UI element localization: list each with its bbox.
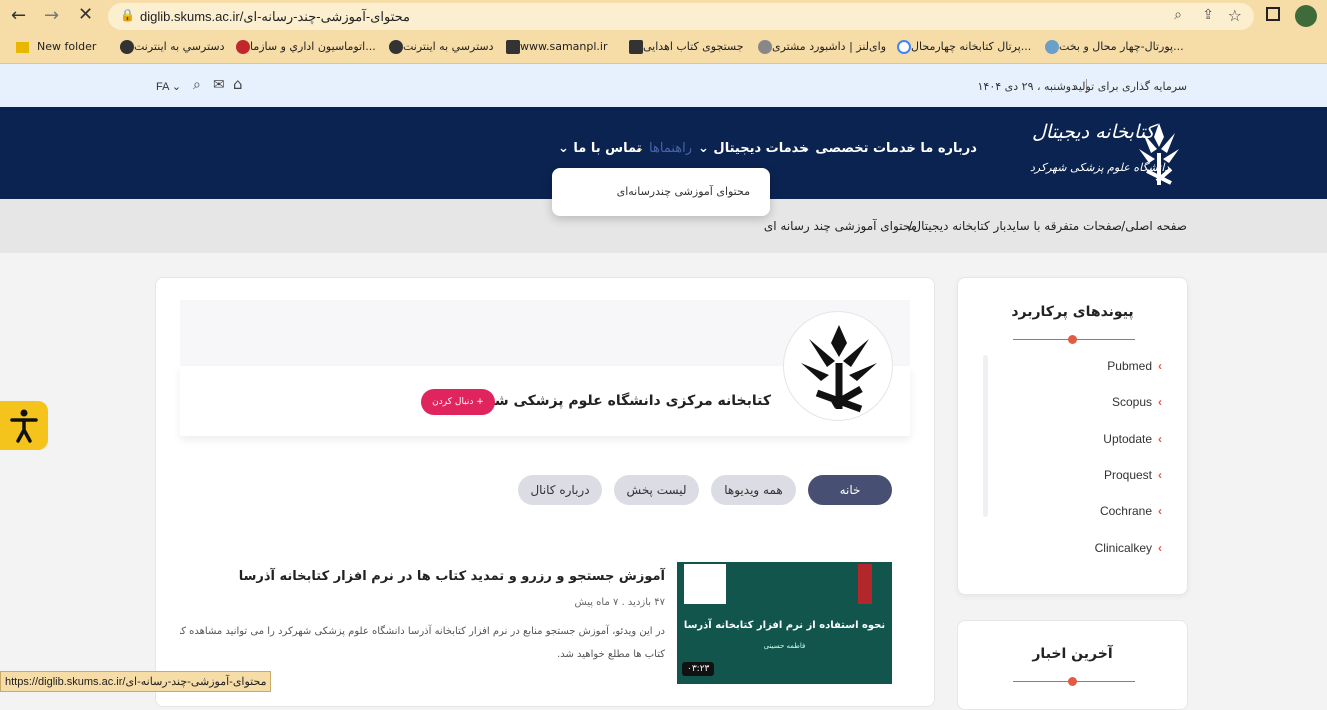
wilens-icon [758,40,772,54]
link-uptodate[interactable]: Uptodate ‹ [1103,432,1162,446]
logo-subtitle: دانشگاه علوم پزشکی شهرکرد [1030,161,1170,174]
video-thumbnail[interactable]: نحوه استفاده از نرم افزار کتابخانه آذرسا… [677,562,892,684]
nav-contact[interactable]: ⌄ تماس با ما [558,141,642,156]
news-title: آخرین اخبار [1032,646,1113,662]
bookmark-internet-2[interactable]: دسترسي به اينترنت [383,40,494,54]
book-icon [506,40,520,54]
nav-specialized-services[interactable]: ⌄ خدمات تخصصی [800,141,916,156]
sidebar-title: پیوندهای پرکاربرد [1011,304,1134,320]
thumb-logo-box [684,564,726,604]
follow-button[interactable]: + دنبال کردن [421,389,495,415]
bookmark-wilens[interactable]: وای‌لنز | داشبورد مشتری [752,40,886,54]
accessibility-button[interactable] [0,401,48,450]
sidebar-toggle-icon[interactable] [1266,7,1280,21]
link-scopus[interactable]: Scopus ‹ [1112,395,1162,409]
video-description-line2: کتاب ها مطلع خواهید شد. [557,649,665,660]
star-icon[interactable]: ☆ [1228,6,1242,25]
tab-about-channel[interactable]: درباره کانال [518,475,602,505]
video-meta: ۴۷ بازدید . ۷ ماه پیش [574,597,665,608]
site-topbar: FA ⌄ ⌕ ✉ ⌂ دوشنبه ، ۲۹ دی ۱۴۰۴ سرمایه گذ… [0,64,1327,107]
dropdown-item-multimedia[interactable]: محتوای آموزشی چندرسانه‌ای [617,185,750,198]
logo-icon [801,325,877,413]
topbar-date: دوشنبه ، ۲۹ دی ۱۴۰۴ [977,80,1077,93]
channel-avatar[interactable] [783,311,893,421]
logo-title: کتابخانه دیجیتال [1032,121,1155,143]
video-title[interactable]: آموزش جستجو و رزرو و تمدید کتاب ها در نر… [239,569,665,584]
guides-dropdown: محتوای آموزشی چندرسانه‌ای [552,168,770,216]
video-description-line1: در این ویدئو، آموزش جستجو منابع در نرم ا… [180,626,665,637]
browser-toolbar: ← → ✕ 🔒 diglib.skums.ac.ir/محتوای-آموزشی… [0,0,1327,33]
chevron-left-icon: ‹ [1158,468,1162,482]
gear-icon [1045,40,1059,54]
language-switch[interactable]: FA ⌄ [156,80,181,93]
status-url: https://diglib.skums.ac.ir/محتوای-آموزشی… [0,671,272,692]
zoom-icon[interactable]: ⌕ [1174,7,1182,23]
home-icon[interactable]: ⌂ [233,75,243,93]
thumb-author: فاطمه حسینی [763,642,806,650]
automation-icon [236,40,250,54]
bookmark-automation[interactable]: اتوماسيون اداري و سازما... [230,40,376,54]
breadcrumb-misc[interactable]: صفحات متفرقه با سایدبار کتابخانه دیجیتال… [908,219,1122,233]
bookmark-new-folder[interactable]: New folder [16,40,96,53]
mail-icon[interactable]: ✉ [213,77,225,93]
globe-icon [120,40,134,54]
chevron-left-icon: ‹ [1158,504,1162,518]
video-duration: ۰۳:۲۳ [682,662,715,676]
globe-icon [389,40,403,54]
bookmark-internet-1[interactable]: دسترسي به اينترنت [114,40,225,54]
sidebar-scrollbar[interactable] [983,355,988,517]
nav-digital-services[interactable]: ⌄ خدمات دیجیتال [698,141,809,156]
thumb-red-strip [858,564,872,604]
search-icon[interactable]: ⌕ [193,77,201,93]
share-icon[interactable]: ⇪ [1202,7,1214,23]
profile-avatar[interactable] [1295,5,1317,27]
chevron-left-icon: ‹ [1158,432,1162,446]
bookmark-samanpl[interactable]: www.samanpl.ir [500,40,608,54]
bookmark-portal-library[interactable]: پرتال کتابخانه چهارمحال... [891,40,1031,54]
stop-icon[interactable]: ✕ [78,4,93,25]
channel-name: کتابخانه مرکزی دانشگاه علوم پزشکی شهرکرد [452,393,771,409]
google-icon [897,40,911,54]
bookmark-portal-chaharmahal[interactable]: پورتال-چهار محال و بخت... [1039,40,1184,54]
link-cochrane[interactable]: Cochrane ‹ [1100,504,1162,518]
news-dot [1068,677,1077,686]
breadcrumb-home[interactable]: صفحه اصلی/ [1121,219,1187,233]
address-bar[interactable]: 🔒 diglib.skums.ac.ir/محتوای-آموزشی-چند-ر… [108,3,1254,30]
nav-guides[interactable]: ⌄ راهنماها [634,141,692,156]
bookmark-book-search[interactable]: جستجوی کتاب اهدایی [623,40,744,54]
chevron-left-icon: ‹ [1158,395,1162,409]
forward-icon[interactable]: → [44,5,59,26]
url-text: diglib.skums.ac.ir/محتوای-آموزشی-چند-رسا… [140,9,410,24]
thumb-title: نحوه استفاده از نرم افزار کتابخانه آذرسا [683,620,886,631]
chevron-left-icon: ‹ [1158,541,1162,555]
back-icon[interactable]: ← [11,5,26,26]
lock-icon: 🔒 [120,8,135,22]
link-clinicalkey[interactable]: Clinicalkey ‹ [1095,541,1162,555]
breadcrumb-current: محتوای آموزشی چند رسانه ای [763,219,917,233]
folder-icon [16,41,29,53]
title-dot [1068,335,1077,344]
topbar-slogan: سرمایه گذاری برای تولید [1073,80,1187,93]
book-icon [629,40,643,54]
tab-all-videos[interactable]: همه ویدیوها [711,475,796,505]
chevron-left-icon: ‹ [1158,359,1162,373]
link-proquest[interactable]: Proquest ‹ [1104,468,1162,482]
accessibility-icon [10,409,38,443]
tab-home[interactable]: خانه [808,475,892,505]
tab-playlists[interactable]: لیست پخش [614,475,699,505]
link-pubmed[interactable]: Pubmed ‹ [1107,359,1162,373]
video-description: در این ویدئو، آموزش جستجو منابع در نرم ا… [180,620,665,660]
